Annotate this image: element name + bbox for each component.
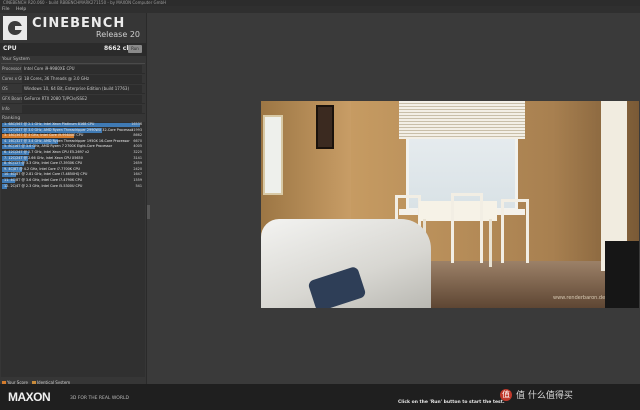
- system-row: Cores x GHz 18 Cores, 36 Threads @ 3.0 G…: [1, 74, 145, 84]
- system-value: 18 Cores, 36 Threads @ 3.0 GHz: [22, 75, 142, 83]
- cinebench-logo-icon: [3, 16, 27, 40]
- system-key: Info: [2, 106, 10, 111]
- cpu-label: CPU: [3, 45, 17, 52]
- footer-bar: MAXON 3D FOR THE REAL WORLD Click on the…: [0, 384, 640, 410]
- system-info-input[interactable]: [22, 105, 142, 113]
- app-release: Release 20: [96, 30, 140, 39]
- panel-splitter-handle[interactable]: [147, 205, 150, 219]
- cpu-test-row: CPU 8662 cb Run: [0, 43, 146, 56]
- watermark-icon: 值: [500, 389, 512, 401]
- maxon-tagline: 3D FOR THE REAL WORLD: [70, 396, 129, 401]
- system-row: Info: [1, 104, 145, 114]
- menu-bar: File Help: [0, 6, 640, 13]
- cpu-score: 8662 cb: [104, 45, 131, 52]
- run-button[interactable]: Run: [128, 45, 142, 53]
- system-section-title: Your System: [2, 57, 30, 62]
- system-value: GeForce RTX 2080 Ti/PCIe/SSE2: [22, 95, 142, 103]
- render-watermark: www.renderbaron.de: [553, 295, 606, 301]
- ranking-list[interactable]: 1. 68C/56T @ 2.1 GHz, Intel Xeon Platinu…: [1, 122, 145, 377]
- status-hint: Click on the 'Run' button to start the t…: [398, 400, 505, 405]
- maxon-logo: MAXON: [8, 390, 51, 404]
- system-value: Intel Core i9-9980XE CPU: [22, 65, 142, 73]
- ranking-section-title: Ranking: [2, 116, 21, 121]
- system-key: Processor: [2, 66, 22, 71]
- system-info: Processor Intel Core i9-9980XE CPU Cores…: [1, 63, 145, 114]
- ranking-row[interactable]: 12. 2C/4T @ 2.3 GHz, Intel Core i5-5300U…: [1, 184, 145, 190]
- render-preview: www.renderbaron.de: [261, 101, 639, 308]
- site-watermark: 值 什么值得买: [516, 391, 573, 401]
- system-row: Processor Intel Core i9-9980XE CPU: [1, 64, 145, 74]
- left-panel: CINEBENCH Release 20 CPU 8662 cb Run You…: [0, 13, 147, 410]
- system-row: GFX Board GeForce RTX 2080 Ti/PCIe/SSE2: [1, 94, 145, 104]
- system-value: Windows 10, 64 Bit, Enterprise Edition (…: [22, 85, 142, 93]
- menu-help[interactable]: Help: [16, 7, 26, 12]
- system-key: GFX Board: [2, 96, 24, 101]
- system-key: OS: [2, 86, 8, 91]
- system-row: OS Windows 10, 64 Bit, Enterprise Editio…: [1, 84, 145, 94]
- ranking-score: 541: [135, 183, 142, 188]
- app-brand: CINEBENCH: [32, 16, 126, 31]
- menu-file[interactable]: File: [2, 7, 10, 12]
- window-title: CINEBENCH R20.060 - build RBBENCHMARK271…: [3, 0, 167, 5]
- ranking-name: 12. 2C/4T @ 2.3 GHz, Intel Core i5-5300U…: [4, 183, 83, 188]
